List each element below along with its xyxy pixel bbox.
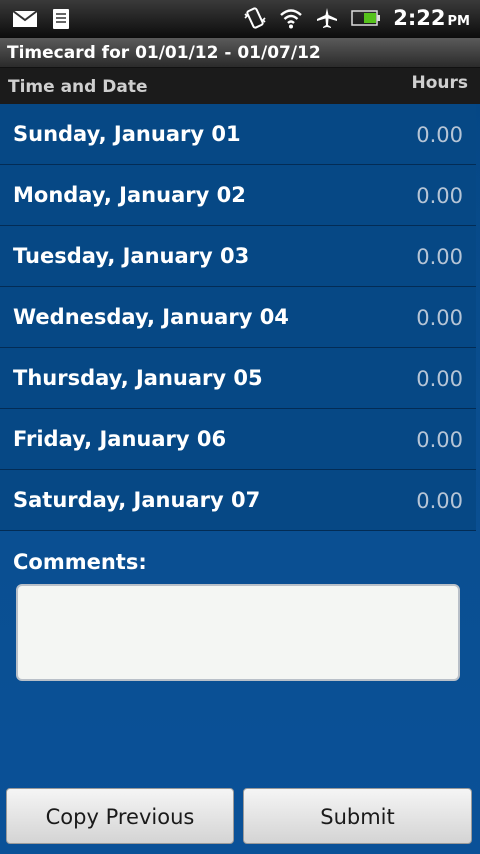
airplane-icon [317,8,338,28]
timecard-content: Sunday, January 01 0.00 Monday, January … [0,104,480,854]
day-label: Wednesday, January 04 [13,305,289,329]
day-label: Saturday, January 07 [13,488,261,512]
day-label: Tuesday, January 03 [13,244,250,268]
day-row-tuesday[interactable]: Tuesday, January 03 0.00 [0,226,476,287]
page-title: Timecard for 01/01/12 - 01/07/12 [0,38,480,68]
status-bar: 2:22 PM [0,0,480,38]
status-notifications [12,8,70,30]
day-hours: 0.00 [416,123,463,147]
day-hours: 0.00 [416,489,463,513]
comments-input[interactable] [16,584,460,681]
wifi-icon [280,9,303,29]
copy-previous-button[interactable]: Copy Previous [6,788,234,844]
day-row-sunday[interactable]: Sunday, January 01 0.00 [0,104,476,165]
clock: 2:22 PM [393,6,470,30]
day-row-friday[interactable]: Friday, January 06 0.00 [0,409,476,470]
day-row-wednesday[interactable]: Wednesday, January 04 0.00 [0,287,476,348]
column-header-time-and-date: Time and Date [8,77,148,97]
day-label: Friday, January 06 [13,427,227,451]
day-label: Sunday, January 01 [13,122,241,146]
status-indicators: 2:22 PM [243,6,470,30]
vibrate-icon [244,7,266,29]
comments-label: Comments: [13,550,147,574]
day-hours: 0.00 [416,306,463,330]
day-label: Thursday, January 05 [13,366,263,390]
day-hours: 0.00 [416,184,463,208]
day-label: Monday, January 02 [13,183,246,207]
day-hours: 0.00 [416,245,463,269]
column-header-hours: Hours [411,73,468,93]
day-row-thursday[interactable]: Thursday, January 05 0.00 [0,348,476,409]
battery-icon [351,10,381,26]
submit-button[interactable]: Submit [243,788,472,844]
mail-icon [12,10,38,27]
day-hours: 0.00 [416,367,463,391]
day-row-saturday[interactable]: Saturday, January 07 0.00 [0,470,476,531]
day-row-monday[interactable]: Monday, January 02 0.00 [0,165,476,226]
column-header: Time and Date Hours [0,68,480,104]
day-hours: 0.00 [416,428,463,452]
notes-icon [53,9,69,29]
